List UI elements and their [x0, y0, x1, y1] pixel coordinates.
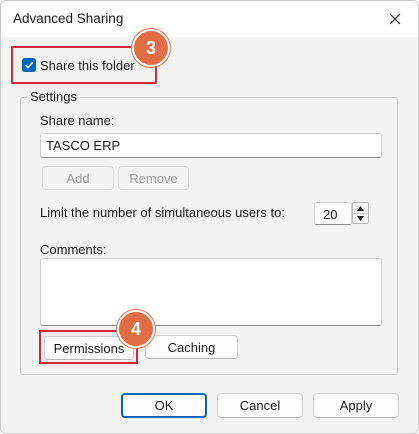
close-icon: [389, 13, 401, 25]
close-button[interactable]: [372, 1, 418, 37]
apply-button[interactable]: Apply: [313, 393, 399, 418]
spin-down-button[interactable]: [353, 213, 368, 223]
window-title: Advanced Sharing: [13, 11, 124, 26]
share-name-input[interactable]: TASCO ERP: [40, 133, 382, 158]
comments-textarea[interactable]: [40, 258, 382, 326]
share-name-label: Share name:: [40, 113, 115, 128]
spin-down-icon: [357, 215, 364, 221]
limit-users-value: 20: [323, 207, 338, 222]
title-bar: Advanced Sharing: [1, 1, 418, 37]
add-button[interactable]: Add: [42, 166, 114, 190]
checkmark-icon: [24, 61, 34, 69]
limit-users-spinner[interactable]: [352, 202, 369, 224]
share-folder-checkbox[interactable]: [22, 58, 36, 72]
spin-up-icon: [357, 205, 364, 211]
settings-legend: Settings: [27, 89, 80, 104]
advanced-sharing-dialog: Advanced Sharing Share this folder 3 Set…: [0, 0, 419, 434]
caching-button[interactable]: Caching: [145, 335, 238, 359]
cancel-button[interactable]: Cancel: [217, 393, 303, 418]
share-folder-label[interactable]: Share this folder: [40, 58, 135, 73]
step-badge-4: 4: [117, 310, 155, 348]
step-badge-3: 3: [132, 29, 170, 67]
ok-button[interactable]: OK: [121, 393, 207, 418]
limit-users-label: Limit the number of simultaneous users t…: [40, 205, 285, 220]
dialog-content: Share this folder 3 Settings Share name:…: [1, 29, 418, 433]
comments-label: Comments:: [40, 242, 107, 257]
limit-users-input[interactable]: 20: [314, 202, 352, 225]
remove-button[interactable]: Remove: [118, 166, 189, 190]
share-name-value: TASCO ERP: [46, 138, 121, 153]
